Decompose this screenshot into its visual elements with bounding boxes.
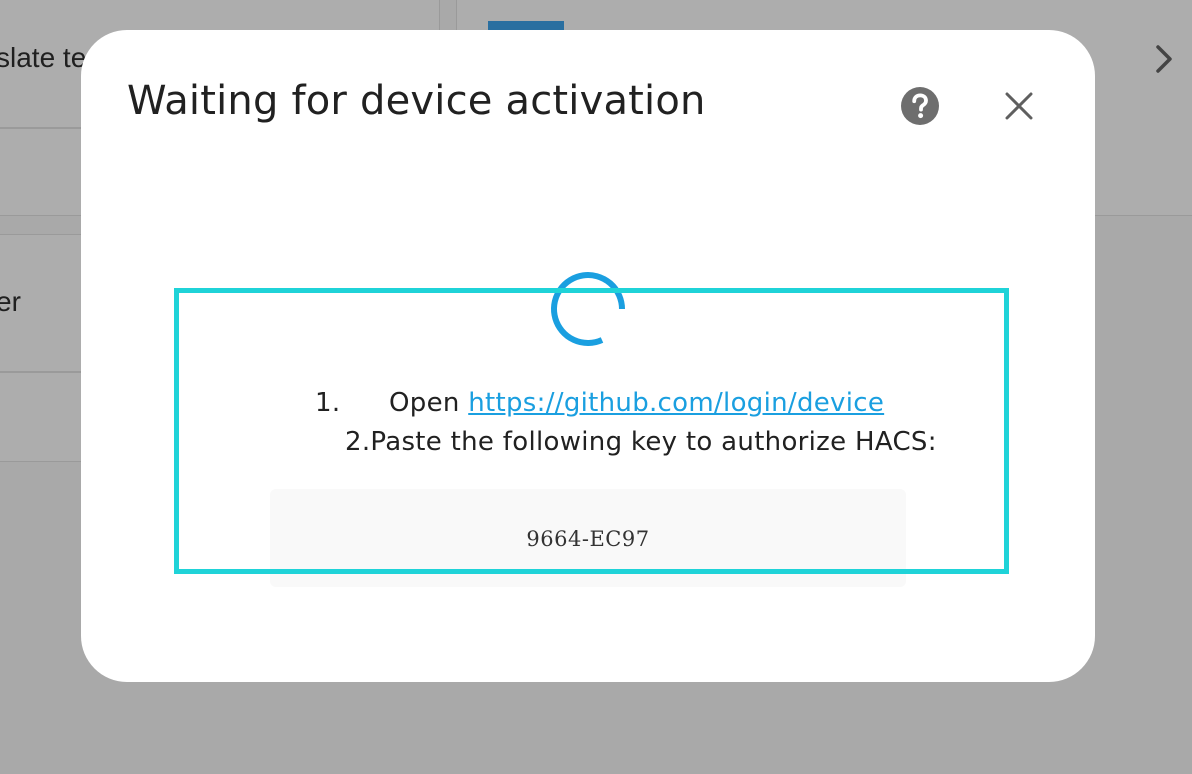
step-2-text: 2.Paste the following key to authorize H…	[345, 427, 937, 457]
background-text-top-left: slate te	[0, 42, 87, 73]
close-icon	[1005, 92, 1033, 120]
dialog-title: Waiting for device activation	[127, 78, 706, 124]
device-activation-dialog: Waiting for device activation 1. Open ht…	[81, 30, 1095, 682]
help-circle-icon	[901, 87, 939, 125]
github-device-link[interactable]: https://github.com/login/device	[468, 388, 884, 418]
help-button[interactable]	[900, 86, 940, 126]
device-code: 9664-EC97	[526, 527, 650, 551]
loading-spinner-icon	[551, 272, 625, 347]
close-button[interactable]	[999, 86, 1039, 126]
chevron-right-icon	[1156, 45, 1172, 73]
background-text-mid-left: er	[0, 286, 21, 317]
step-1-text: Open https://github.com/login/device	[389, 388, 884, 418]
step-1-number: 1.	[315, 388, 341, 418]
device-code-box: 9664-EC97	[270, 489, 906, 587]
step-1-prefix: Open	[389, 388, 469, 418]
